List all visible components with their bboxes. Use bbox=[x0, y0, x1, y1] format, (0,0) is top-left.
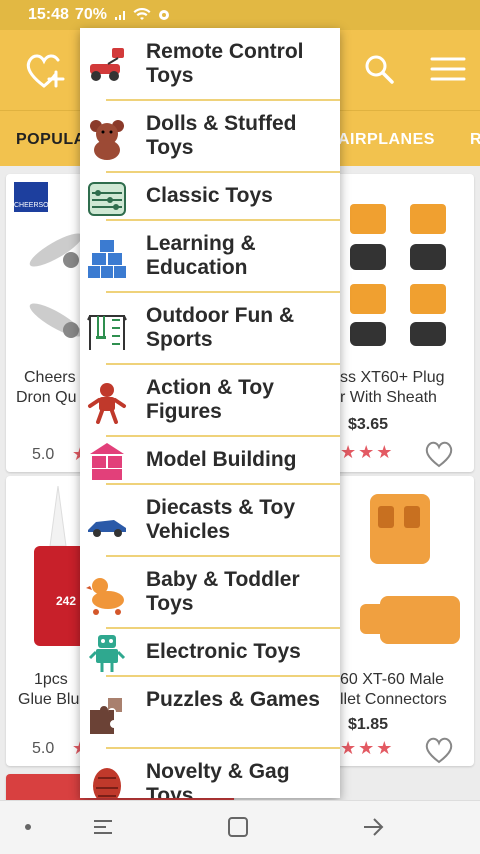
wifi-icon bbox=[133, 8, 151, 20]
menu-divider bbox=[106, 99, 340, 101]
product-price: $1.85 bbox=[348, 716, 389, 733]
recents-icon[interactable] bbox=[90, 815, 116, 839]
rc-car-icon bbox=[90, 48, 124, 81]
product-title: llet Connectors bbox=[340, 691, 447, 708]
menu-divider bbox=[106, 435, 340, 437]
product-image bbox=[350, 204, 446, 346]
menu-divider bbox=[106, 627, 340, 629]
tab-popular[interactable]: POPULA bbox=[16, 131, 86, 149]
menu-item-label: Classic Toys bbox=[146, 184, 273, 207]
back-icon[interactable] bbox=[360, 815, 386, 839]
product-label: 242 bbox=[56, 594, 77, 608]
menu-item-label: Model Building bbox=[146, 448, 297, 471]
status-time: 15:48 bbox=[28, 6, 69, 23]
blocks-icon bbox=[88, 240, 126, 278]
status-battery: 70% bbox=[74, 6, 107, 23]
rating-stars: ★★★ bbox=[340, 442, 395, 462]
gear-icon bbox=[158, 10, 169, 20]
model-blocks-icon bbox=[90, 443, 124, 480]
menu-item-novelty-gag-toys[interactable]: Novelty & Gag Toys bbox=[80, 758, 340, 798]
product-title: Dron Qu bbox=[16, 389, 77, 406]
product-title: 60 XT-60 Male bbox=[340, 671, 445, 688]
robot-icon bbox=[88, 635, 126, 672]
hamburger-icon[interactable] bbox=[428, 54, 468, 84]
toy-car-icon bbox=[88, 520, 126, 537]
menu-item-label: Diecasts & Toy Vehicles bbox=[146, 496, 295, 543]
status-bar: 15:48 70% bbox=[0, 0, 480, 30]
menu-item-label: Dolls & Stuffed Toys bbox=[146, 112, 297, 159]
duck-toy-icon bbox=[86, 578, 124, 615]
menu-item-label: Outdoor Fun & Sports bbox=[146, 304, 295, 351]
menu-divider bbox=[106, 363, 340, 365]
menu-item-model-building[interactable]: Model Building bbox=[80, 443, 340, 494]
dot-icon[interactable] bbox=[22, 821, 34, 833]
menu-item-label: Electronic Toys bbox=[146, 640, 301, 663]
search-icon[interactable] bbox=[362, 52, 396, 86]
menu-item-electronic-toys[interactable]: Electronic Toys bbox=[80, 635, 340, 686]
menu-item-label: Puzzles & Games bbox=[146, 688, 320, 711]
menu-item-label: Remote Control Toys bbox=[146, 40, 304, 87]
rating-stars: ★★★ bbox=[340, 738, 395, 758]
product-image bbox=[360, 494, 460, 644]
teddy-bear-icon bbox=[90, 120, 124, 160]
category-dropdown-menu: Remote Control Toys Dolls & Stuffed Toys… bbox=[80, 28, 340, 798]
product-price: $3.65 bbox=[348, 416, 389, 433]
heart-plus-icon[interactable] bbox=[22, 48, 66, 92]
abacus-icon bbox=[88, 182, 126, 216]
product-title: r With Sheath bbox=[340, 389, 437, 406]
product-title: 1pcs bbox=[34, 671, 68, 688]
menu-divider bbox=[106, 219, 340, 221]
menu-divider bbox=[106, 171, 340, 173]
product-title: Glue Blu bbox=[18, 691, 80, 708]
heart-icon[interactable] bbox=[424, 736, 454, 764]
product-title: Cheers bbox=[24, 369, 76, 386]
menu-item-label: Action & Toy Figures bbox=[146, 376, 274, 423]
menu-divider bbox=[106, 291, 340, 293]
heart-icon[interactable] bbox=[424, 440, 454, 468]
menu-divider bbox=[106, 675, 340, 677]
signal-icon bbox=[114, 11, 125, 20]
menu-item-label: Learning & Education bbox=[146, 232, 256, 279]
menu-divider bbox=[106, 483, 340, 485]
system-nav-bar bbox=[0, 800, 480, 854]
home-icon[interactable] bbox=[226, 815, 250, 839]
menu-item-classic-toys[interactable]: Classic Toys bbox=[80, 182, 340, 230]
menu-item-label: Novelty & Gag Toys bbox=[146, 760, 290, 798]
novelty-toy-icon bbox=[93, 768, 121, 798]
menu-divider bbox=[106, 747, 340, 749]
menu-item-label: Baby & Toddler Toys bbox=[146, 568, 300, 615]
product-rating: 5.0 bbox=[32, 446, 55, 463]
tab-next[interactable]: R bbox=[470, 131, 480, 149]
tab-airplanes[interactable]: AIRPLANES bbox=[338, 131, 435, 149]
menu-divider bbox=[106, 555, 340, 557]
brand-logo: CHEERSON bbox=[14, 182, 54, 212]
playground-icon bbox=[87, 315, 127, 350]
puzzle-icon bbox=[90, 698, 122, 734]
action-figure-icon bbox=[88, 383, 126, 424]
product-rating: 5.0 bbox=[32, 740, 55, 757]
product-title: ss XT60+ Plug bbox=[340, 369, 445, 386]
